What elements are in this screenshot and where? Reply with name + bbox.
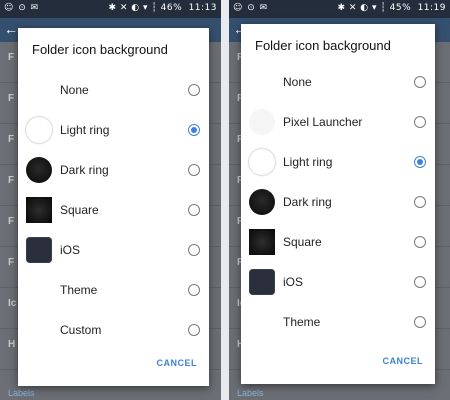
option-none[interactable]: None [241,62,435,102]
option-pixel-launcher[interactable]: Pixel Launcher [241,102,435,142]
option-square[interactable]: Square [18,190,209,230]
option-label: iOS [60,243,81,257]
option-label: Dark ring [60,163,109,177]
square-icon [249,229,275,255]
radio-button[interactable] [188,84,200,96]
option-label: None [283,75,312,89]
folder-icon-background-dialog: Folder icon background None Light ring D… [18,28,209,386]
option-label: Theme [283,315,321,329]
dark-ring-icon [249,189,275,215]
option-ios[interactable]: iOS [241,262,435,302]
option-label: iOS [283,275,304,289]
status-right: ✱ ✕ ◐ ▾ ┆ 46% 11:13 [108,3,217,13]
option-dark-ring[interactable]: Dark ring [18,150,209,190]
option-label: Square [283,235,322,249]
option-label: Theme [60,283,98,297]
battery-level: 45% [389,3,412,13]
phone-screen-left: ☺ ⊙ ✉ ✱ ✕ ◐ ▾ ┆ 46% 11:13 ← F F F F F F … [0,0,221,400]
dialog-title: Folder icon background [32,42,168,57]
cancel-button[interactable]: CANCEL [383,356,424,366]
notification-icons: ☺ ⊙ ✉ [233,3,269,13]
radio-button-selected[interactable] [188,124,200,136]
status-bar: ☺ ⊙ ✉ ✱ ✕ ◐ ▾ ┆ 46% 11:13 [0,0,221,18]
status-right: ✱ ✕ ◐ ▾ ┆ 45% 11:19 [337,3,446,13]
section-header-labels: Labels [237,388,264,398]
folder-icon-background-dialog: Folder icon background None Pixel Launch… [241,24,435,384]
option-custom[interactable]: Custom [18,310,209,350]
option-label: Square [60,203,99,217]
notification-icons: ☺ ⊙ ✉ [4,3,40,13]
option-light-ring[interactable]: Light ring [241,142,435,182]
radio-button[interactable] [188,324,200,336]
ios-icon [249,269,275,295]
dark-ring-icon [26,157,52,183]
system-icons: ✱ ✕ ◐ ▾ ┆ [337,3,387,13]
light-ring-icon [26,117,52,143]
status-bar: ☺ ⊙ ✉ ✱ ✕ ◐ ▾ ┆ 45% 11:19 [229,0,450,18]
section-header-labels: Labels [8,388,35,398]
dialog-title: Folder icon background [255,38,391,53]
option-none[interactable]: None [18,70,209,110]
option-label: Pixel Launcher [283,115,363,129]
square-icon [26,197,52,223]
system-icons: ✱ ✕ ◐ ▾ ┆ [108,3,158,13]
option-ios[interactable]: iOS [18,230,209,270]
radio-button[interactable] [188,204,200,216]
cancel-button[interactable]: CANCEL [157,358,198,368]
clock: 11:19 [417,3,446,13]
radio-button[interactable] [414,116,426,128]
clock: 11:13 [188,3,217,13]
radio-button[interactable] [188,244,200,256]
option-theme[interactable]: Theme [241,302,435,342]
option-theme[interactable]: Theme [18,270,209,310]
ios-icon [26,237,52,263]
option-label: Dark ring [283,195,332,209]
battery-level: 46% [160,3,183,13]
radio-button[interactable] [414,316,426,328]
radio-button[interactable] [414,236,426,248]
back-arrow-icon[interactable]: ← [4,21,18,37]
pixel-launcher-icon [249,109,275,135]
radio-button[interactable] [414,276,426,288]
radio-button[interactable] [188,284,200,296]
option-label: None [60,83,89,97]
radio-button[interactable] [414,76,426,88]
option-dark-ring[interactable]: Dark ring [241,182,435,222]
option-label: Light ring [283,155,333,169]
radio-button[interactable] [414,196,426,208]
light-ring-icon [249,149,275,175]
option-label: Custom [60,323,102,337]
option-light-ring[interactable]: Light ring [18,110,209,150]
option-label: Light ring [60,123,110,137]
phone-screen-right: ☺ ⊙ ✉ ✱ ✕ ◐ ▾ ┆ 45% 11:19 ← F F F F F F … [229,0,450,400]
radio-button-selected[interactable] [414,156,426,168]
option-square[interactable]: Square [241,222,435,262]
radio-button[interactable] [188,164,200,176]
